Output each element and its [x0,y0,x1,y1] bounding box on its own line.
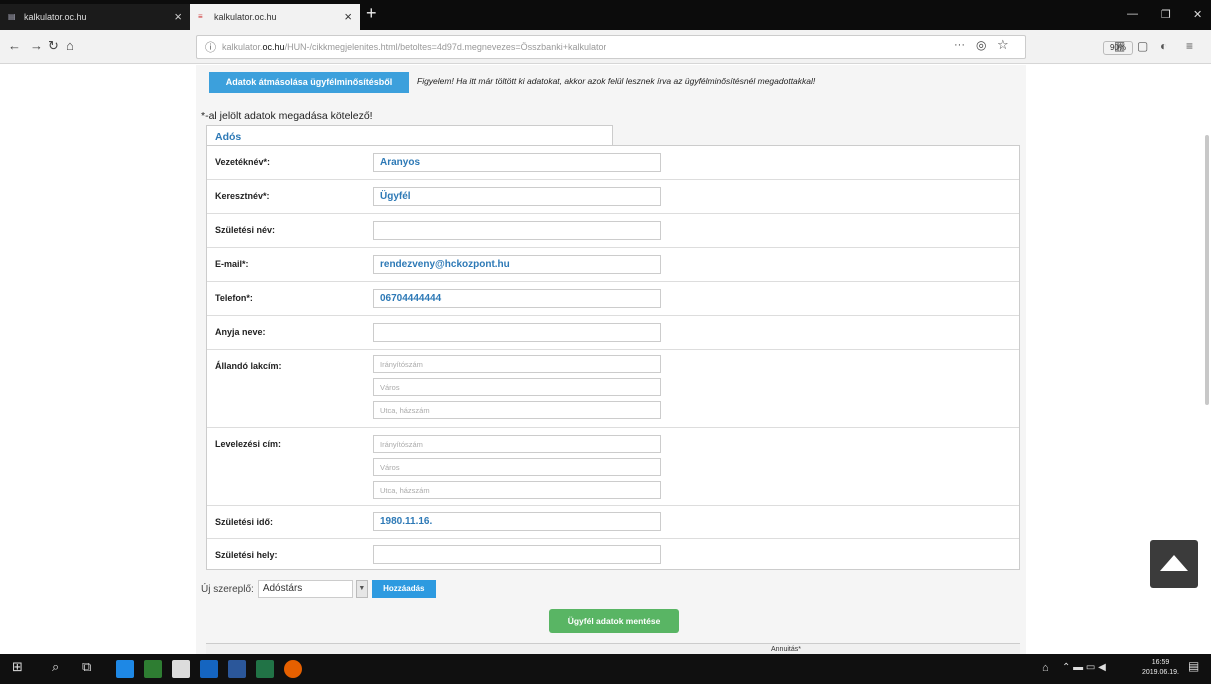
tab-title: kalkulator.oc.hu [214,12,277,22]
field-label: Anyja neve: [215,327,266,337]
bookmark-star-icon[interactable]: ☆ [997,37,1009,53]
form-row: Telefon*: 06704444444 [207,282,1019,316]
add-role-button[interactable]: Hozzáadás [371,580,436,598]
new-role-label: Új szereplő: [201,583,254,595]
save-client-button[interactable]: Ügyfél adatok mentése [549,609,679,633]
info-icon[interactable]: ⓘ [205,39,216,55]
mailing-city-input[interactable]: Város [373,458,661,476]
tab-debtor[interactable]: Adós [206,125,613,145]
page-scrollbar[interactable] [1205,135,1209,405]
sidebar-icon[interactable]: ▢ [1137,39,1148,53]
field-label: Levelezési cím: [215,439,282,449]
permanent-street-input[interactable]: Utca, házszám [373,401,661,419]
reload-icon[interactable]: ↻ [48,38,59,54]
form-row: Születési idő: 1980.11.16. [207,506,1019,539]
mothers-name-input[interactable] [373,323,661,342]
permanent-zip-input[interactable]: Irányítószám [373,355,661,373]
browser-nav-bar: ← → ↻ ⌂ ⓘ kalkulator.oc.hu/HUN-/cikkmegj… [0,30,1211,64]
form-row: Levelezési cím: Irányítószám Város Utca,… [207,428,1019,506]
new-role-row: Új szereplő: Adóstárs ▼ Hozzáadás [201,580,436,598]
url-bar[interactable]: ⓘ kalkulator.oc.hu/HUN-/cikkmegjelenites… [196,35,1133,59]
pocket-icon[interactable]: ◎ [976,38,986,52]
browser-tab-bar: ▤ kalkulator.oc.hu × ≡ kalkulator.oc.hu … [0,0,1211,30]
warning-text: Figyelem! Ha itt már töltött ki adatokat… [417,76,816,86]
role-select[interactable]: Adóstárs [257,580,353,598]
table-header-cell: Annuitás* [771,646,801,653]
page-viewport: Adatok átmásolása ügyfélminősítésből Fig… [0,65,1211,655]
extension-icon[interactable]: ◐ [1160,39,1167,53]
task-view-icon[interactable]: ⧉ [82,659,91,675]
windows-start-icon[interactable]: ⊞ [12,659,23,675]
form-row: Állandó lakcím: Irányítószám Város Utca,… [207,350,1019,428]
field-label: E-mail*: [215,259,249,269]
browser-tab[interactable]: ▤ kalkulator.oc.hu × [0,4,190,30]
chevron-down-icon[interactable]: ▼ [355,580,368,598]
network-icon[interactable]: ⌂ [1042,662,1049,674]
field-label: Születési hely: [215,550,278,560]
mailing-zip-input[interactable]: Irányítószám [373,435,661,453]
edge-icon[interactable] [116,660,134,678]
debtor-form: Vezetéknév*: Aranyos Keresztnév*: Ügyfél… [206,145,1020,570]
birth-name-input[interactable] [373,221,661,240]
permanent-city-input[interactable]: Város [373,378,661,396]
main-content: Adatok átmásolása ügyfélminősítésből Fig… [196,65,1026,655]
store-icon[interactable] [144,660,162,678]
mail-icon[interactable] [172,660,190,678]
form-row: Születési hely: [207,539,1019,570]
close-tab-icon[interactable]: × [344,9,352,24]
page-actions-icon[interactable]: ··· [954,39,965,51]
field-label: Születési név: [215,225,276,235]
url-text: kalkulator.oc.hu/HUN-/cikkmegjelenites.h… [222,42,607,52]
field-label: Születési idő: [215,517,274,527]
last-name-input[interactable]: Aranyos [373,153,661,172]
outlook-icon[interactable] [200,660,218,678]
tab-title: kalkulator.oc.hu [24,12,87,22]
phone-input[interactable]: 06704444444 [373,289,661,308]
word-icon[interactable] [228,660,246,678]
field-label: Vezetéknév*: [215,157,271,167]
taskbar-clock[interactable]: 16:59 2019.06.19. [1142,658,1179,678]
forward-arrow-icon[interactable]: → [30,38,43,53]
close-tab-icon[interactable]: × [174,9,182,24]
tray-icons[interactable]: ⌃ ▬ ▭ ◀ [1062,662,1106,673]
birth-place-input[interactable] [373,545,661,564]
browser-tab-active[interactable]: ≡ kalkulator.oc.hu × [190,4,360,30]
new-tab-icon[interactable]: + [366,3,377,24]
notifications-icon[interactable]: ▤ [1188,659,1199,673]
field-label: Telefon*: [215,293,253,303]
field-label: Keresztnév*: [215,191,270,201]
back-arrow-icon[interactable]: ← [8,38,21,53]
excel-icon[interactable] [256,660,274,678]
mailing-street-input[interactable]: Utca, házszám [373,481,661,499]
clock-time: 16:59 [1151,659,1170,666]
menu-icon[interactable]: ≡ [1186,39,1193,53]
form-row: Vezetéknév*: Aranyos [207,146,1019,180]
form-row: Keresztnév*: Ügyfél [207,180,1019,214]
restore-icon[interactable]: ❐ [1161,8,1171,21]
search-icon[interactable]: ⌕ [52,659,59,675]
firefox-icon[interactable] [284,660,302,678]
field-label: Állandó lakcím: [215,361,282,371]
form-row: Születési név: [207,214,1019,248]
required-note: *-al jelölt adatok megadása kötelező! [201,110,373,122]
home-icon[interactable]: ⌂ [66,38,74,53]
email-input[interactable]: rendezveny@hckozpont.hu [373,255,661,274]
minimize-icon[interactable]: — [1127,8,1138,20]
copy-from-rating-button[interactable]: Adatok átmásolása ügyfélminősítésből [209,72,409,93]
birth-date-input[interactable]: 1980.11.16. [373,512,661,531]
os-taskbar: ⊞ ⌕ ⧉ ⌂ ⌃ ▬ ▭ ◀ 16:59 2019.06.19. ▤ [0,654,1211,684]
form-row: E-mail*: rendezveny@hckozpont.hu [207,248,1019,282]
scroll-to-top-button[interactable] [1150,540,1198,588]
library-icon[interactable]: ▥ [1114,39,1125,53]
form-row: Anyja neve: [207,316,1019,350]
page-icon: ▤ [8,12,16,21]
page-icon: ≡ [198,12,203,21]
clock-date: 2019.06.19. [1142,669,1179,676]
first-name-input[interactable]: Ügyfél [373,187,661,206]
close-window-icon[interactable]: ✕ [1193,8,1202,21]
